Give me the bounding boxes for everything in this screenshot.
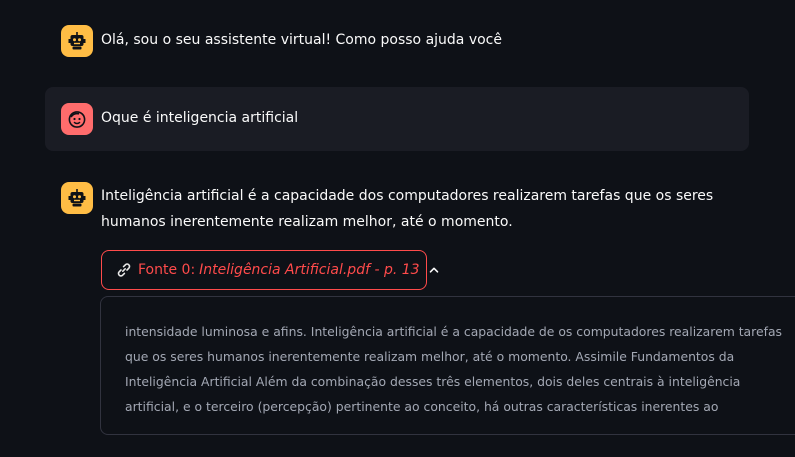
user-message-text: Oque é inteligencia artificial bbox=[101, 110, 299, 126]
assistant-message-greeting: Olá, sou o seu assistente virtual! Como … bbox=[45, 25, 749, 57]
chevron-up-icon bbox=[428, 264, 440, 276]
link-icon bbox=[116, 262, 132, 278]
assistant-message-text: Olá, sou o seu assistente virtual! Como … bbox=[101, 32, 502, 48]
robot-icon bbox=[61, 182, 93, 214]
source-content-text: intensidade luminosa e afins. Inteligênc… bbox=[125, 324, 783, 414]
smiley-face-icon bbox=[61, 103, 93, 135]
source-expander-button[interactable]: Fonte 0: Inteligência Artificial.pdf - p… bbox=[101, 250, 438, 290]
assistant-message-text: Inteligência artificial é a capacidade d… bbox=[101, 188, 714, 230]
source-label-prefix: Fonte 0: bbox=[138, 262, 196, 278]
source-content-panel: intensidade luminosa e afins. Inteligênc… bbox=[100, 296, 795, 435]
user-message: Oque é inteligencia artificial bbox=[45, 87, 749, 151]
robot-icon bbox=[61, 25, 93, 57]
assistant-message-answer: Inteligência artificial é a capacidade d… bbox=[45, 182, 749, 235]
chat-page: Olá, sou o seu assistente virtual! Como … bbox=[0, 0, 795, 457]
source-document-name: Inteligência Artificial.pdf - p. 13 bbox=[199, 262, 420, 278]
